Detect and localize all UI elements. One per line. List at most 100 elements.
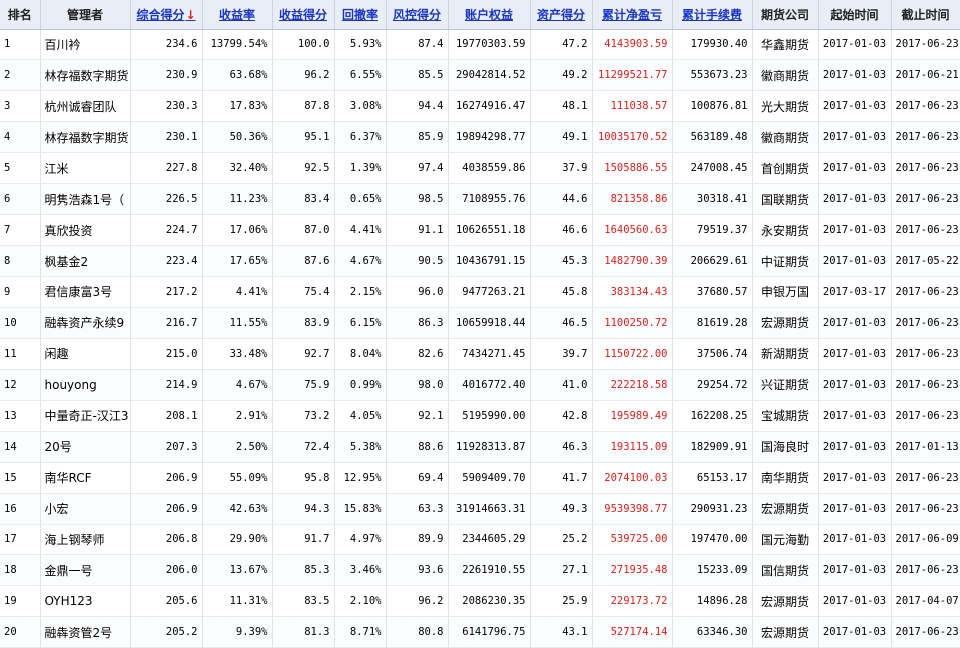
fees-cell: 206629.61 <box>672 245 753 277</box>
return-score-cell: 96.2 <box>272 59 335 92</box>
company-cell: 国信期货 <box>752 554 819 587</box>
sort-return-score-link[interactable]: 收益得分 <box>279 8 327 22</box>
drawdown-cell: 5.38% <box>334 431 387 463</box>
fees-cell: 30318.41 <box>672 183 753 216</box>
end-date-cell: 2017-06-09 <box>891 524 960 556</box>
header-fees[interactable]: 累计手续费 <box>672 0 753 30</box>
equity-cell: 31914663.31 <box>448 493 531 525</box>
header-net-profit[interactable]: 累计净盈亏 <box>592 0 673 30</box>
composite-score-cell: 205.2 <box>130 616 203 648</box>
start-date-cell: 2017-01-03 <box>818 524 892 556</box>
risk-score-cell: 98.5 <box>386 183 449 216</box>
table-row: 5 江米 227.8 32.40% 92.5 1.39% 97.4 4038559.86 37.… <box>0 152 960 185</box>
header-row: 排名 管理者 综合得分↓ 收益率 收益得分 回撤率 风控得分 账户权益 资产得分… <box>0 0 960 30</box>
net-profit-cell: 11299521.77 <box>592 59 673 92</box>
return-score-cell: 95.8 <box>272 462 335 494</box>
risk-score-cell: 90.5 <box>386 245 449 277</box>
company-cell: 申银万国 <box>752 276 819 308</box>
sort-return-rate-link[interactable]: 收益率 <box>219 8 255 22</box>
end-date-cell: 2017-06-21 <box>891 59 960 92</box>
return-rate-cell: 11.31% <box>202 585 273 618</box>
return-rate-cell: 32.40% <box>202 152 273 185</box>
equity-cell: 5909409.70 <box>448 462 531 494</box>
start-date-cell: 2017-01-03 <box>818 493 892 525</box>
return-score-cell: 75.9 <box>272 369 335 401</box>
equity-cell: 19894298.77 <box>448 121 531 154</box>
return-rate-cell: 4.67% <box>202 369 273 401</box>
risk-score-cell: 80.8 <box>386 616 449 648</box>
fees-cell: 14896.28 <box>672 585 753 618</box>
fees-cell: 290931.23 <box>672 493 753 525</box>
asset-score-cell: 39.7 <box>530 338 593 370</box>
start-date-cell: 2017-01-03 <box>818 245 892 277</box>
start-date-cell: 2017-01-03 <box>818 431 892 463</box>
return-score-cell: 91.7 <box>272 524 335 556</box>
start-date-cell: 2017-01-03 <box>818 338 892 370</box>
asset-score-cell: 49.1 <box>530 121 593 154</box>
risk-score-cell: 91.1 <box>386 214 449 247</box>
return-score-cell: 87.8 <box>272 90 335 123</box>
table-body: 1 百川衿 234.6 13799.54% 100.0 5.93% 87.4 19770303… <box>0 29 960 648</box>
fees-cell: 247008.45 <box>672 152 753 185</box>
sort-asset-score-link[interactable]: 资产得分 <box>537 8 585 22</box>
risk-score-cell: 87.4 <box>386 29 449 61</box>
composite-score-cell: 206.9 <box>130 493 203 525</box>
sort-composite-score-link[interactable]: 综合得分↓ <box>136 8 195 22</box>
net-profit-cell: 1640560.63 <box>592 214 673 247</box>
return-rate-cell: 33.48% <box>202 338 273 370</box>
drawdown-cell: 6.15% <box>334 307 387 339</box>
header-composite-score[interactable]: 综合得分↓ <box>130 0 203 30</box>
risk-score-cell: 88.6 <box>386 431 449 463</box>
risk-score-cell: 96.2 <box>386 585 449 618</box>
risk-score-cell: 89.9 <box>386 524 449 556</box>
sort-equity-link[interactable]: 账户权益 <box>465 8 513 22</box>
table-row: 1 百川衿 234.6 13799.54% 100.0 5.93% 87.4 19770303… <box>0 29 960 61</box>
start-date-cell: 2017-01-03 <box>818 152 892 185</box>
composite-score-cell: 217.2 <box>130 276 203 308</box>
sort-risk-score-link[interactable]: 风控得分 <box>393 8 441 22</box>
sort-net-profit-link[interactable]: 累计净盈亏 <box>602 8 662 22</box>
drawdown-cell: 2.15% <box>334 276 387 308</box>
risk-score-cell: 85.9 <box>386 121 449 154</box>
manager-cell: 海上钢琴师 <box>40 524 131 556</box>
net-profit-cell: 539725.00 <box>592 524 673 556</box>
start-date-cell: 2017-01-03 <box>818 400 892 432</box>
return-score-cell: 83.4 <box>272 183 335 216</box>
header-risk-score[interactable]: 风控得分 <box>386 0 449 30</box>
return-score-cell: 83.9 <box>272 307 335 339</box>
company-cell: 华鑫期货 <box>752 29 819 61</box>
drawdown-cell: 12.95% <box>334 462 387 494</box>
return-rate-cell: 63.68% <box>202 59 273 92</box>
rank-cell: 14 <box>0 431 41 463</box>
sort-desc-arrow-icon: ↓ <box>185 7 196 22</box>
table-row: 20 融犇资管2号 205.2 9.39% 81.3 8.71% 80.8 6141796.7… <box>0 616 960 648</box>
equity-cell: 2086230.35 <box>448 585 531 618</box>
return-score-cell: 92.5 <box>272 152 335 185</box>
fees-cell: 100876.81 <box>672 90 753 123</box>
return-score-cell: 95.1 <box>272 121 335 154</box>
composite-score-cell: 206.0 <box>130 554 203 587</box>
end-date-cell: 2017-06-23 <box>891 369 960 401</box>
sort-fees-link[interactable]: 累计手续费 <box>682 8 742 22</box>
composite-score-cell: 214.9 <box>130 369 203 401</box>
manager-cell: OYH123 <box>40 585 131 618</box>
header-equity[interactable]: 账户权益 <box>448 0 531 30</box>
start-date-cell: 2017-01-03 <box>818 307 892 339</box>
drawdown-cell: 6.55% <box>334 59 387 92</box>
header-drawdown[interactable]: 回撤率 <box>334 0 387 30</box>
end-date-cell: 2017-06-23 <box>891 493 960 525</box>
header-return-rate[interactable]: 收益率 <box>202 0 273 30</box>
composite-score-cell: 206.8 <box>130 524 203 556</box>
risk-score-cell: 92.1 <box>386 400 449 432</box>
drawdown-cell: 2.10% <box>334 585 387 618</box>
composite-score-cell: 230.9 <box>130 59 203 92</box>
sort-drawdown-link[interactable]: 回撤率 <box>342 8 378 22</box>
drawdown-cell: 5.93% <box>334 29 387 61</box>
header-return-score[interactable]: 收益得分 <box>272 0 335 30</box>
rank-cell: 2 <box>0 59 41 92</box>
manager-cell: houyong <box>40 369 131 401</box>
table-row: 10 融犇资产永续9 216.7 11.55% 83.9 6.15% 86.3 1065991… <box>0 307 960 339</box>
table-row: 14 20号 207.3 2.50% 72.4 5.38% 88.6 11928313.87 4… <box>0 431 960 463</box>
header-asset-score[interactable]: 资产得分 <box>530 0 593 30</box>
table-row: 19 OYH123 205.6 11.31% 83.5 2.10% 96.2 2086230.… <box>0 585 960 618</box>
